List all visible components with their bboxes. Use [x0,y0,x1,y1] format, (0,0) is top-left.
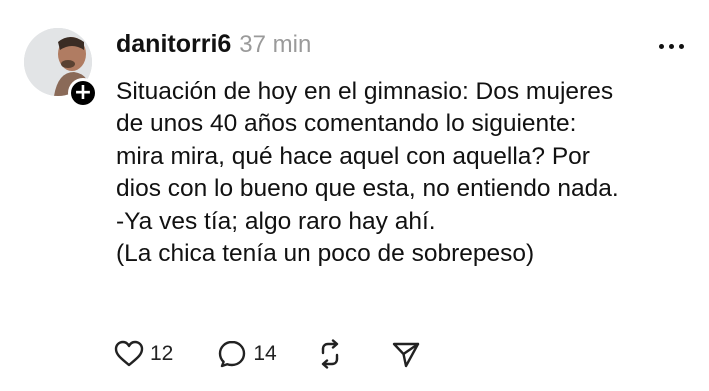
post-body-line: mira mira, qué hace aquel con aquella? P… [116,142,590,170]
post-body-line: Situación de hoy en el gimnasio: Dos muj… [116,78,614,105]
post-body-line: de unos 40 años comentando lo siguiente: [116,110,577,138]
post-actions: 12 14 [114,336,421,372]
comment-icon [219,340,246,368]
send-icon [392,342,419,368]
post-body-line: -Ya ves tía; algo raro hay ahí. [116,207,436,235]
more-horizontal-icon-dot [668,43,674,49]
repost-icon [321,339,338,369]
repost-button[interactable] [315,339,345,369]
reply-button[interactable]: 14 [217,339,277,369]
timestamp: 37 min [239,31,312,58]
thread-post: + danitorri6 37 min Situación de hoy en … [0,0,709,391]
more-horizontal-icon-dot [678,43,684,49]
more-options-button[interactable] [653,32,689,60]
like-count: 12 [150,342,174,365]
more-horizontal-icon [658,43,664,49]
follow-button[interactable]: + [68,78,98,108]
share-button[interactable] [391,339,421,369]
post-header: danitorri6 37 min [116,30,311,62]
heart-icon [114,340,144,367]
post-body-line: (La chica tenía un poco de sobrepeso) [116,240,535,268]
post-body: Situación de hoy en el gimnasio: Dos muj… [116,76,696,270]
avatar-container[interactable]: + [24,28,98,108]
like-button[interactable]: 12 [114,340,173,368]
reply-count: 14 [253,342,277,365]
username[interactable]: danitorri6 [116,30,231,59]
post-body-line: dios con lo bueno que esta, no entiendo … [116,175,619,203]
plus-icon: + [71,81,95,105]
